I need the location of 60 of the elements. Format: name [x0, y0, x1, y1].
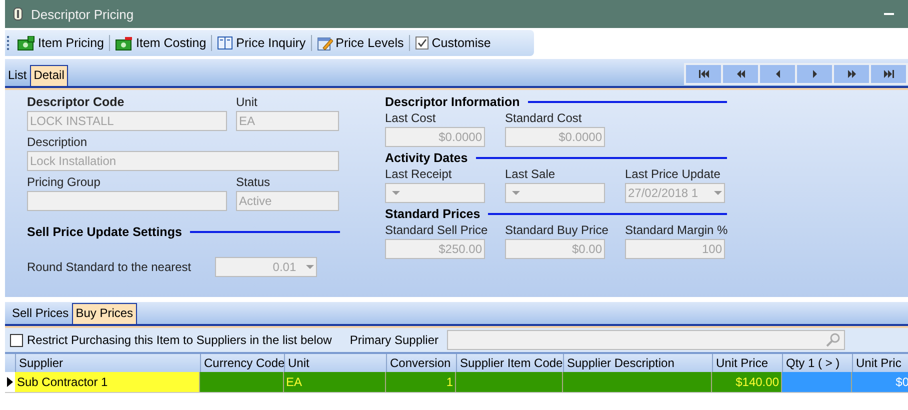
caret-icon [714, 191, 722, 195]
field-label: Unit [236, 95, 258, 109]
toolbar-button[interactable]: Price Levels [314, 34, 407, 52]
section-title: Activity Dates [385, 151, 468, 165]
field-label: Last Receipt [385, 167, 453, 181]
back-button[interactable] [760, 65, 795, 83]
field-label: Status [236, 175, 272, 189]
last-button[interactable] [871, 65, 906, 83]
forward-button[interactable] [797, 65, 832, 83]
window-title: Descriptor Pricing [31, 6, 134, 22]
fast-forward-button[interactable] [834, 65, 869, 83]
view-tab[interactable]: List [5, 65, 30, 86]
book-icon [217, 36, 234, 50]
section-title: Standard Prices [385, 207, 480, 221]
first-button[interactable] [686, 65, 721, 83]
field-label: Last Cost [385, 111, 437, 125]
toolbar-button[interactable]: Price Inquiry [214, 34, 309, 52]
field-label: Primary Supplier [350, 333, 439, 347]
field-label: Standard Margin % [625, 223, 725, 237]
section-title: Descriptor Information [385, 95, 520, 109]
field-label: Last Price Update [625, 167, 722, 181]
table-cell: $140.00 [712, 372, 782, 392]
first-icon [698, 70, 710, 78]
input-field[interactable] [27, 191, 227, 211]
field-label: Descriptor Code [27, 95, 126, 109]
app-icon [13, 7, 23, 21]
money-minus-icon [115, 36, 133, 50]
checkbox-icon [414, 36, 429, 50]
table-cell: EA [284, 372, 386, 392]
caret-icon [512, 191, 520, 195]
grip-icon [7, 36, 11, 50]
fast-back-icon [734, 70, 746, 78]
field-label: Standard Sell Price [385, 223, 485, 237]
restrict-checkbox[interactable]: Restrict Purchasing this Item to Suppliers in the list below [10, 333, 332, 347]
view-tab[interactable]: Detail [30, 65, 68, 86]
toolbar-button[interactable]: Customise [412, 34, 494, 52]
caret-icon [306, 265, 314, 269]
money-plus-icon [17, 36, 35, 50]
table-cell: Sub Contractor 1 [15, 372, 200, 392]
caret-icon [392, 191, 400, 195]
edit-note-icon [316, 36, 333, 50]
field-label: Standard Cost [505, 111, 583, 125]
search-field[interactable] [446, 330, 845, 350]
field-label: Last Sale [505, 167, 556, 181]
search-icon [826, 333, 840, 347]
fast-back-button[interactable] [723, 65, 758, 83]
price-tab[interactable]: Sell Prices [9, 303, 72, 324]
toolbar-button[interactable]: Item Costing [112, 34, 210, 52]
fast-forward-icon [846, 70, 858, 78]
field-label: Round Standard to the nearest [27, 260, 192, 274]
field-label: Description [27, 135, 88, 149]
table-cell: 1 [386, 372, 456, 392]
dropdown-field[interactable] [505, 183, 605, 203]
price-tab[interactable]: Buy Prices [72, 303, 138, 324]
checkbox[interactable] [10, 334, 23, 346]
last-icon [882, 70, 894, 78]
dropdown-field[interactable] [385, 183, 485, 203]
toolbar-button[interactable]: Item Pricing [14, 34, 107, 52]
field-label: Pricing Group [27, 175, 102, 189]
section-title: Sell Price Update Settings [27, 225, 182, 239]
